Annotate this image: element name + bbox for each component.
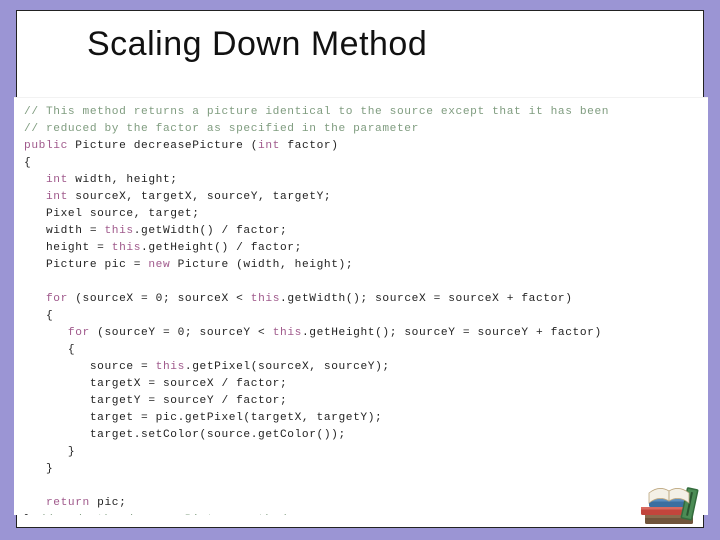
slide: Scaling Down Method // This method retur… [16, 10, 704, 528]
code-area: // This method returns a picture identic… [14, 97, 708, 515]
slide-title: Scaling Down Method [87, 25, 683, 64]
title-wrap: Scaling Down Method [17, 11, 703, 80]
code-block: // This method returns a picture identic… [24, 104, 698, 515]
books-illustration-icon [639, 471, 709, 531]
